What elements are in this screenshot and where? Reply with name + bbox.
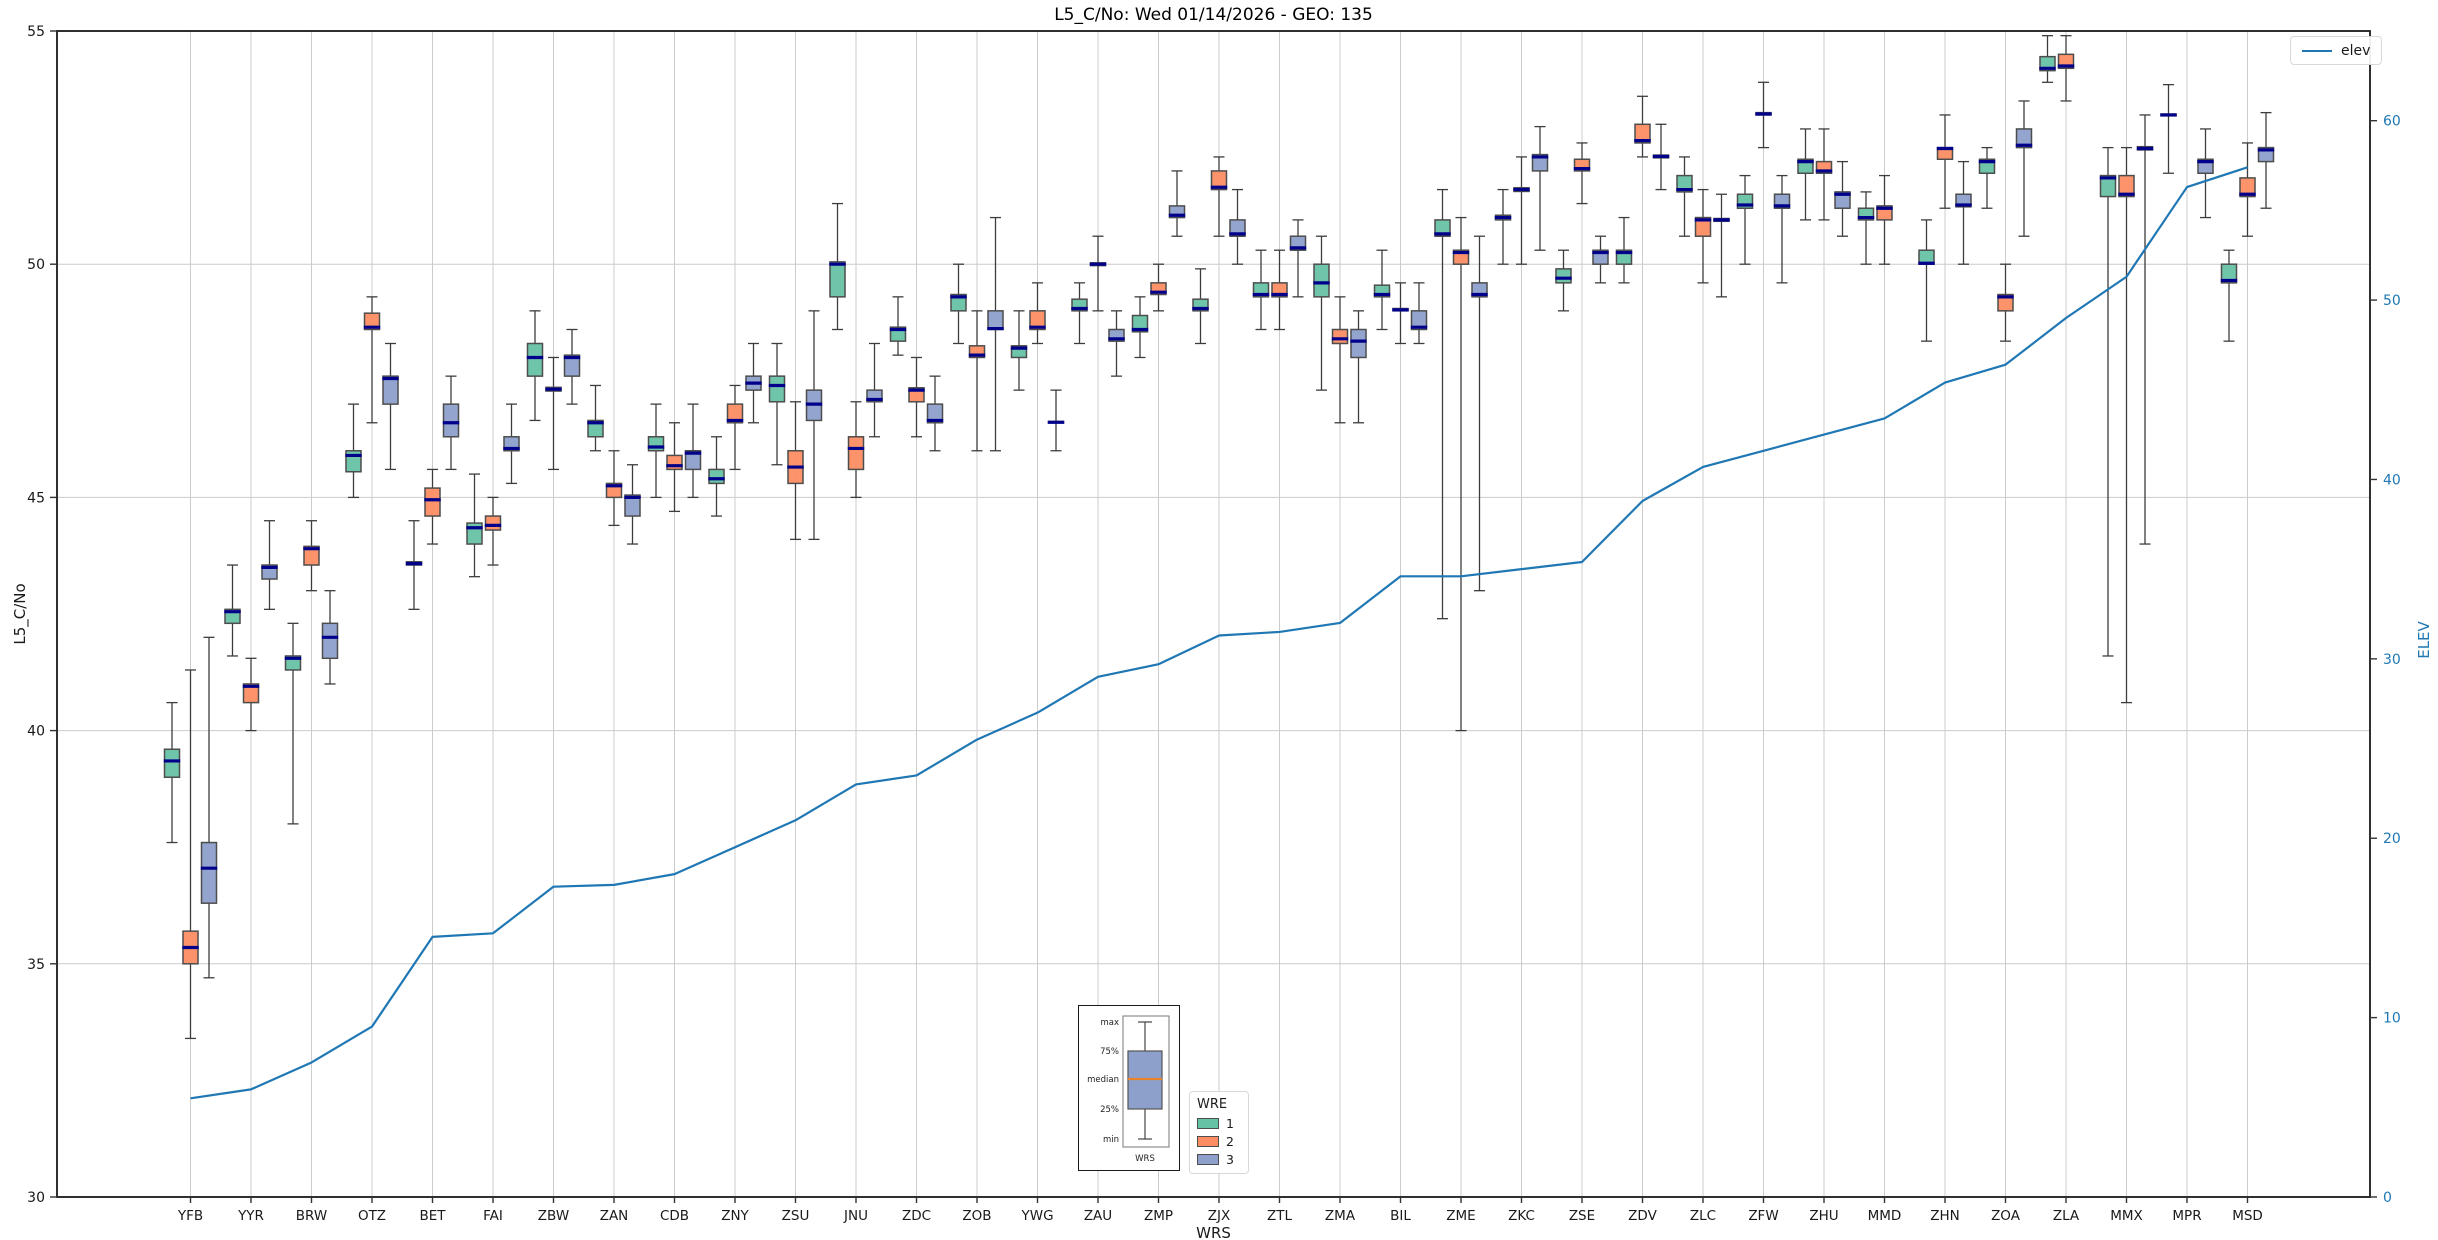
inset-label: min (1103, 1135, 1119, 1145)
legend-wre-entry: 1 (1197, 1116, 1241, 1131)
box-wre3 (200, 841, 218, 904)
chart-title: L5_C/No: Wed 01/14/2026 - GEO: 135 (1054, 5, 1373, 25)
x-tick-label: ZAU (1084, 1208, 1112, 1224)
x-axis-label: WRS (1196, 1224, 1231, 1240)
legend-wre-entry-label: 3 (1226, 1152, 1234, 1167)
elev-line-sample-icon (2302, 49, 2332, 52)
legend-wre-entry-label: 2 (1226, 1134, 1234, 1149)
x-tick-label: BIL (1390, 1208, 1411, 1224)
box-wre2 (847, 436, 865, 471)
x-tick-label: ZME (1446, 1208, 1475, 1224)
x-tick-label: MMD (1868, 1208, 1902, 1224)
x-tick-label: ZAN (600, 1208, 629, 1224)
axes-frame (56, 30, 2371, 1198)
box-wre1 (163, 748, 181, 778)
y-tick-label-right: 50 (2383, 293, 2401, 309)
y-tick-label-left: 45 (27, 490, 45, 506)
x-tick-label: ZNY (721, 1208, 749, 1224)
box-wre2 (666, 454, 683, 471)
y-tick-label-right: 20 (2383, 831, 2401, 847)
box-wre2 (484, 515, 502, 531)
x-tick-label: ZJX (1208, 1208, 1230, 1224)
inset-label: max (1100, 1018, 1119, 1028)
y-axis-label-right: ELEV (2415, 621, 2433, 659)
y-tick-label-left: 50 (27, 257, 45, 273)
box-wre3 (321, 622, 339, 660)
x-tick-label: BRW (296, 1208, 327, 1224)
legend-wre-entry: 3 (1197, 1152, 1241, 1167)
x-tick-label: ZFW (1748, 1208, 1778, 1224)
x-tick-label: YYR (237, 1208, 264, 1224)
plot-canvas: 55 50 45 40 35 30 60 50 40 30 20 10 0 YFB YYR BRW OTZ BET… (27, 24, 2401, 1224)
y-axis-label-left: L5_C/No (11, 583, 29, 645)
inset-label: 25% (1100, 1105, 1119, 1115)
x-tick-label: ZMA (1325, 1208, 1356, 1224)
x-tick-label: ZSU (782, 1208, 810, 1224)
box-wre3 (382, 375, 399, 405)
y-tick-label-right: 30 (2383, 652, 2401, 668)
box-wre1 (1555, 268, 1572, 284)
legend-wre-swatch-icon (1197, 1154, 1219, 1165)
x-tick-label: ZLA (2053, 1208, 2080, 1224)
x-tick-label: MMX (2110, 1208, 2143, 1224)
y-tick-label-right: 40 (2383, 472, 2401, 488)
x-tick-label: ZLC (1690, 1208, 1716, 1224)
box-wre2 (424, 487, 441, 517)
x-tick-label: ZOA (1991, 1208, 2021, 1224)
x-tick-label: ZDV (1628, 1208, 1657, 1224)
legend-wre: WRE 1 2 3 (1189, 1091, 1249, 1174)
box-wre1 (708, 468, 725, 485)
legend-wre-swatch-icon (1197, 1118, 1219, 1129)
x-tick-label: JNU (843, 1208, 868, 1224)
y-tick-label-right: 60 (2383, 114, 2401, 130)
x-tick-label: MSD (2232, 1208, 2263, 1224)
box-wre2 (1331, 328, 1349, 345)
box-wre3 (1350, 328, 1367, 359)
x-tick-label: ZOB (962, 1208, 991, 1224)
y-tick-label-left: 35 (27, 957, 45, 973)
legend-wre-swatch-icon (1197, 1136, 1219, 1147)
inset-label: median (1087, 1075, 1119, 1085)
legend-wre-entries: 1 2 3 (1197, 1116, 1241, 1167)
x-tick-label: FAI (483, 1208, 503, 1224)
box-wre1 (1313, 263, 1330, 298)
x-tick-label: ZDC (902, 1208, 931, 1224)
legend-wre-entry-label: 1 (1226, 1116, 1234, 1131)
x-tick-label: MPR (2172, 1208, 2201, 1224)
x-tick-label: ZBW (538, 1208, 569, 1224)
y-tick-label-right: 0 (2383, 1190, 2392, 1206)
y-tick-label-left: 40 (27, 724, 45, 740)
x-tick-label: ZSE (1569, 1208, 1595, 1224)
box-wre1 (829, 261, 846, 298)
y-tick-label-left: 55 (27, 24, 45, 40)
x-tick-label: ZHN (1930, 1208, 1960, 1224)
x-tick-label: YWG (1020, 1208, 1053, 1224)
box-wre1 (647, 436, 665, 452)
box-wre1 (768, 375, 786, 403)
x-tick-label: YFB (177, 1208, 203, 1224)
x-tick-label: OTZ (358, 1208, 386, 1224)
x-tick-label: CDB (660, 1208, 689, 1224)
y-tick-label-left: 30 (27, 1190, 45, 1206)
x-tick-label: ZMP (1144, 1208, 1173, 1224)
legend-wre-entry: 2 (1197, 1134, 1241, 1149)
inset-mini-boxplot: max 75% median 25% min WRS (1087, 1015, 1170, 1164)
inset-xlabel: WRS (1135, 1154, 1155, 1164)
x-tick-label: ZHU (1809, 1208, 1838, 1224)
legend-elev-label: elev (2341, 42, 2371, 59)
x-tick-label: BET (419, 1208, 446, 1224)
x-tick-label: ZTL (1267, 1208, 1292, 1224)
legend-wre-title: WRE (1197, 1097, 1228, 1112)
legend-elev: elev (2290, 36, 2383, 65)
box-wre1 (526, 342, 544, 377)
box-wre3 (442, 403, 460, 438)
inset-label: 75% (1100, 1047, 1119, 1057)
x-tick-label: ZKC (1508, 1208, 1535, 1224)
boxplot-anatomy-inset: max 75% median 25% min WRS (1078, 1005, 1180, 1171)
y-tick-label-right: 10 (2383, 1011, 2401, 1027)
figure: 55 50 45 40 35 30 60 50 40 30 20 10 0 YFB YYR BRW OTZ BET… (0, 0, 2438, 1240)
box-wre3 (987, 310, 1004, 331)
